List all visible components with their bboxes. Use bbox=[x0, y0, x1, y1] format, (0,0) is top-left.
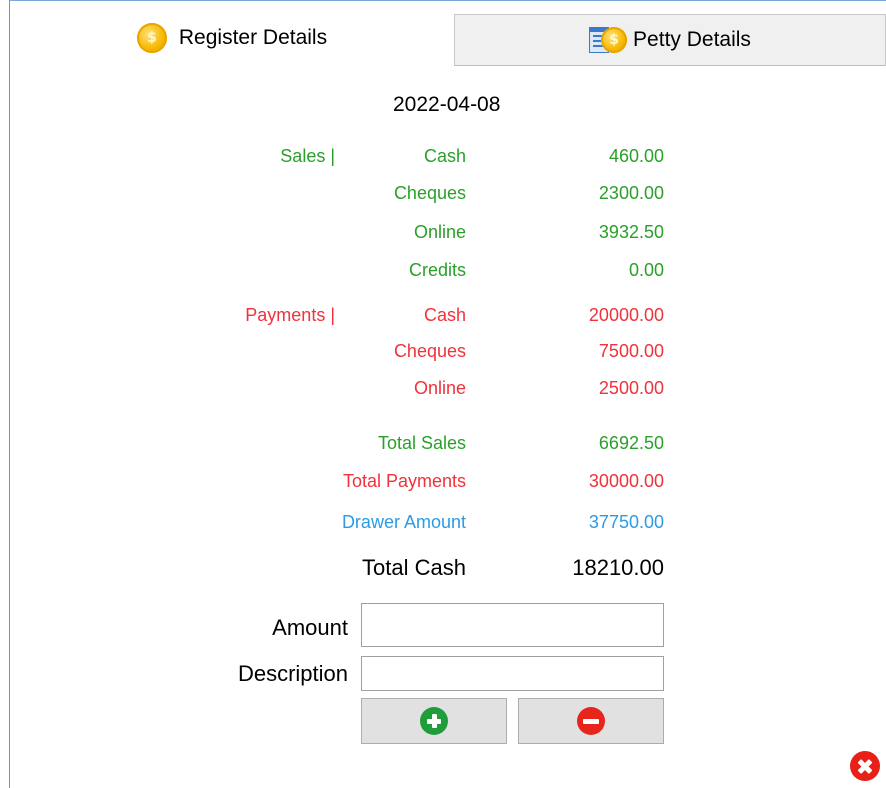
sales-cash-value: 460.00 bbox=[608, 146, 664, 166]
total-cash-value: 18210.00 bbox=[572, 555, 664, 580]
register-window: Register Details Petty Details 2022-04-0… bbox=[0, 0, 886, 788]
sales-online-label: Online bbox=[413, 222, 466, 242]
window-top-border bbox=[9, 0, 886, 1]
sales-credits-value: 0.00 bbox=[628, 260, 664, 280]
remove-button[interactable] bbox=[518, 698, 664, 744]
payments-online-label: Online bbox=[413, 378, 466, 398]
total-sales-label: Total Sales bbox=[377, 433, 466, 453]
amount-label: Amount bbox=[272, 615, 348, 640]
total-payments-label: Total Payments bbox=[342, 471, 466, 491]
description-input[interactable] bbox=[361, 656, 664, 691]
payments-cheques-label: Cheques bbox=[393, 341, 466, 361]
sales-credits-label: Credits bbox=[408, 260, 466, 280]
sales-cheques-value: 2300.00 bbox=[598, 183, 664, 203]
coin-icon bbox=[601, 27, 628, 53]
add-button[interactable] bbox=[361, 698, 507, 744]
tab-register-label: Register Details bbox=[178, 26, 328, 49]
ledger-coin-icon bbox=[589, 27, 628, 53]
total-cash-label: Total Cash bbox=[362, 555, 466, 580]
tab-petty-details[interactable]: Petty Details bbox=[454, 14, 886, 66]
coin-icon bbox=[136, 23, 167, 53]
payments-online-value: 2500.00 bbox=[598, 378, 664, 398]
payments-cash-label: Cash bbox=[423, 305, 466, 325]
tab-register-details[interactable]: Register Details bbox=[10, 10, 454, 66]
sales-online-value: 3932.50 bbox=[598, 222, 664, 242]
amount-input[interactable] bbox=[361, 603, 664, 647]
plus-circle-icon bbox=[420, 707, 448, 735]
payments-cash-value: 20000.00 bbox=[588, 305, 664, 325]
register-date: 2022-04-08 bbox=[393, 93, 501, 116]
drawer-amount-label: Drawer Amount bbox=[341, 512, 466, 532]
tab-petty-label: Petty Details bbox=[633, 28, 751, 51]
drawer-amount-value: 37750.00 bbox=[588, 512, 664, 532]
payments-cheques-value: 7500.00 bbox=[598, 341, 664, 361]
sales-cheques-label: Cheques bbox=[393, 183, 466, 203]
minus-circle-icon bbox=[577, 707, 605, 735]
close-circle-icon[interactable] bbox=[850, 751, 880, 781]
total-sales-value: 6692.50 bbox=[598, 433, 664, 453]
description-label: Description bbox=[237, 661, 348, 686]
window-left-border bbox=[9, 0, 10, 788]
sales-cash-label: Cash bbox=[423, 146, 466, 166]
total-payments-value: 30000.00 bbox=[588, 471, 664, 491]
